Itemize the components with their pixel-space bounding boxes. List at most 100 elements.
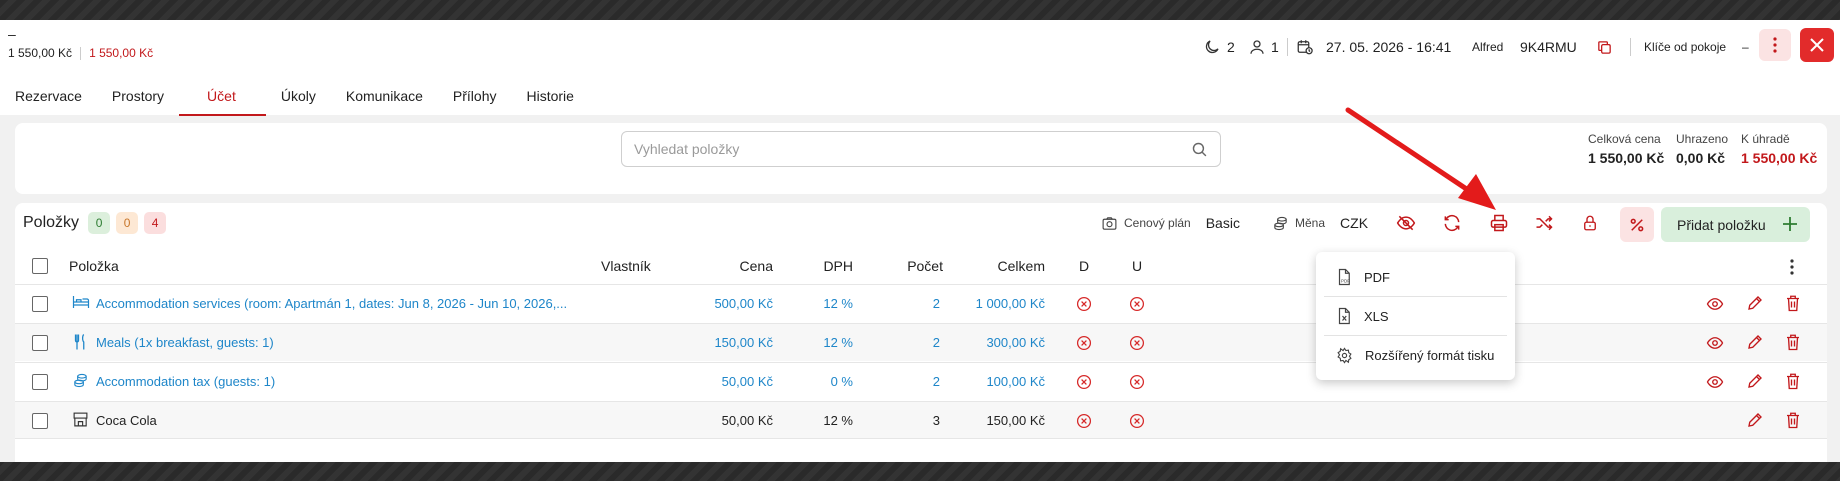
add-item-label: Přidat položku bbox=[1677, 216, 1766, 233]
paid-value: 0,00 Kč bbox=[1676, 150, 1726, 166]
row-checkbox[interactable] bbox=[32, 374, 48, 390]
eye-icon[interactable] bbox=[1705, 373, 1725, 391]
xls-file-icon bbox=[1338, 307, 1350, 325]
paid-label: Uhrazeno bbox=[1676, 132, 1729, 146]
paid-amount: Uhrazeno 0,00 Kč bbox=[1676, 132, 1728, 166]
copy-code-button[interactable] bbox=[1596, 36, 1613, 58]
item-price: 500,00 Kč bbox=[714, 296, 773, 311]
table-body: Accommodation services (room: Apartmán 1… bbox=[15, 284, 1827, 444]
search-input[interactable] bbox=[622, 132, 1162, 166]
shuffle-button[interactable] bbox=[1528, 207, 1560, 239]
datetime: 27. 05. 2026 - 16:41 bbox=[1326, 39, 1452, 55]
items-title: Položky bbox=[23, 214, 80, 231]
column-total[interactable]: Celkem bbox=[955, 249, 1045, 283]
column-item[interactable]: Položka bbox=[69, 249, 119, 283]
eye-icon[interactable] bbox=[1705, 334, 1725, 352]
currency-label: Měna bbox=[1295, 216, 1326, 230]
annotation-arrow-icon bbox=[1345, 107, 1496, 210]
search-icon[interactable] bbox=[1191, 141, 1208, 158]
nights-indicator: 2 bbox=[1203, 36, 1235, 58]
item-name[interactable]: Meals (1x breakfast, guests: 1) bbox=[96, 324, 596, 362]
tab-ucet[interactable]: Účet bbox=[179, 80, 266, 116]
table-header: Položka Vlastník Cena DPH Počet Celkem D… bbox=[15, 249, 1827, 283]
discount-button[interactable] bbox=[1620, 207, 1654, 242]
item-vat: 12 % bbox=[823, 335, 853, 350]
close-button[interactable] bbox=[1800, 28, 1834, 62]
row-checkbox[interactable] bbox=[32, 413, 48, 429]
print-pdf-option[interactable]: PDF PDF bbox=[1316, 258, 1515, 296]
tab-historie[interactable]: Historie bbox=[511, 80, 588, 116]
app-window: – 1 550,00 Kč 1 550,00 Kč 2 1 27. 05. 20… bbox=[0, 20, 1840, 462]
shuffle-icon bbox=[1536, 215, 1553, 231]
trash-icon[interactable] bbox=[1785, 411, 1801, 429]
svg-text:PDF: PDF bbox=[1341, 278, 1350, 283]
search-card: Celková cena 1 550,00 Kč Uhrazeno 0,00 K… bbox=[15, 123, 1827, 194]
column-price[interactable]: Cena bbox=[695, 249, 773, 283]
guests-count: 1 bbox=[1271, 39, 1279, 55]
item-vat: 0 % bbox=[830, 374, 853, 389]
badge-red: 4 bbox=[144, 212, 167, 234]
lock-button[interactable] bbox=[1574, 207, 1606, 239]
kebab-icon bbox=[1773, 37, 1777, 53]
print-pdf-label: PDF bbox=[1364, 269, 1390, 285]
items-header: Položky 0 0 4 bbox=[23, 211, 167, 235]
x-circle-icon bbox=[1129, 296, 1145, 312]
edit-icon[interactable] bbox=[1746, 294, 1764, 312]
trash-icon[interactable] bbox=[1785, 372, 1801, 390]
nights-count: 2 bbox=[1227, 39, 1235, 55]
tab-prilohy[interactable]: Přílohy bbox=[438, 80, 512, 116]
x-circle-icon bbox=[1076, 335, 1092, 351]
item-price: 50,00 Kč bbox=[721, 413, 773, 428]
date-indicator[interactable]: 27. 05. 2026 - 16:41 bbox=[1296, 36, 1451, 58]
user-name: Alfred bbox=[1472, 40, 1504, 54]
price-plan-label: Cenový plán bbox=[1124, 216, 1191, 230]
total-price-value: 1 550,00 Kč bbox=[1588, 150, 1665, 166]
item-name[interactable]: Accommodation tax (guests: 1) bbox=[96, 363, 596, 401]
pdf-file-icon: PDF bbox=[1338, 268, 1350, 286]
price-plan-value: Basic bbox=[1205, 215, 1240, 231]
tab-rezervace[interactable]: Rezervace bbox=[0, 80, 97, 116]
plus-icon bbox=[1783, 217, 1797, 231]
tab-prostory[interactable]: Prostory bbox=[97, 80, 179, 116]
item-total: 100,00 Kč bbox=[986, 374, 1045, 389]
price-plan-selector[interactable]: Cenový plán Basic bbox=[1101, 211, 1240, 235]
item-vat: 12 % bbox=[823, 413, 853, 428]
item-total: 1 000,00 Kč bbox=[975, 296, 1045, 311]
item-name[interactable]: Accommodation services (room: Apartmán 1… bbox=[96, 285, 596, 323]
due-label: K úhradě bbox=[1741, 132, 1790, 146]
column-d[interactable]: D bbox=[1074, 249, 1094, 283]
print-xls-option[interactable]: XLS bbox=[1316, 297, 1515, 335]
row-checkbox[interactable] bbox=[32, 296, 48, 312]
tab-ukoly[interactable]: Úkoly bbox=[266, 80, 331, 116]
trash-icon[interactable] bbox=[1785, 333, 1801, 351]
camera-icon bbox=[1102, 216, 1117, 230]
gear-icon bbox=[1337, 346, 1352, 364]
columns-menu-icon[interactable] bbox=[1790, 259, 1794, 275]
due-amount: K úhradě 1 550,00 Kč bbox=[1741, 132, 1817, 166]
column-owner[interactable]: Vlastník bbox=[601, 249, 651, 283]
column-vat[interactable]: DPH bbox=[795, 249, 853, 283]
shop-icon bbox=[72, 411, 89, 428]
row-checkbox[interactable] bbox=[32, 335, 48, 351]
edit-icon[interactable] bbox=[1746, 333, 1764, 351]
table-row: Coca Cola 50,00 Kč 12 % 3 150,00 Kč bbox=[15, 401, 1827, 439]
edit-icon[interactable] bbox=[1746, 372, 1764, 390]
x-circle-icon bbox=[1129, 335, 1145, 351]
trash-icon[interactable] bbox=[1785, 294, 1801, 312]
cutlery-icon bbox=[72, 333, 88, 351]
print-extended-option[interactable]: Rozšířený formát tisku bbox=[1316, 336, 1515, 374]
x-circle-icon bbox=[1076, 374, 1092, 390]
item-vat: 12 % bbox=[823, 296, 853, 311]
tab-komunikace[interactable]: Komunikace bbox=[331, 80, 438, 116]
column-count[interactable]: Počet bbox=[875, 249, 943, 283]
total-price: Celková cena 1 550,00 Kč bbox=[1588, 132, 1664, 166]
price-total: 1 550,00 Kč bbox=[8, 46, 73, 60]
select-all-checkbox[interactable] bbox=[32, 258, 48, 274]
more-menu-button[interactable] bbox=[1759, 29, 1791, 61]
edit-icon[interactable] bbox=[1746, 411, 1764, 429]
add-item-button[interactable]: Přidat položku bbox=[1661, 207, 1810, 242]
close-icon bbox=[1810, 38, 1824, 52]
column-u[interactable]: U bbox=[1127, 249, 1147, 283]
eye-icon[interactable] bbox=[1705, 295, 1725, 313]
x-circle-icon bbox=[1129, 374, 1145, 390]
